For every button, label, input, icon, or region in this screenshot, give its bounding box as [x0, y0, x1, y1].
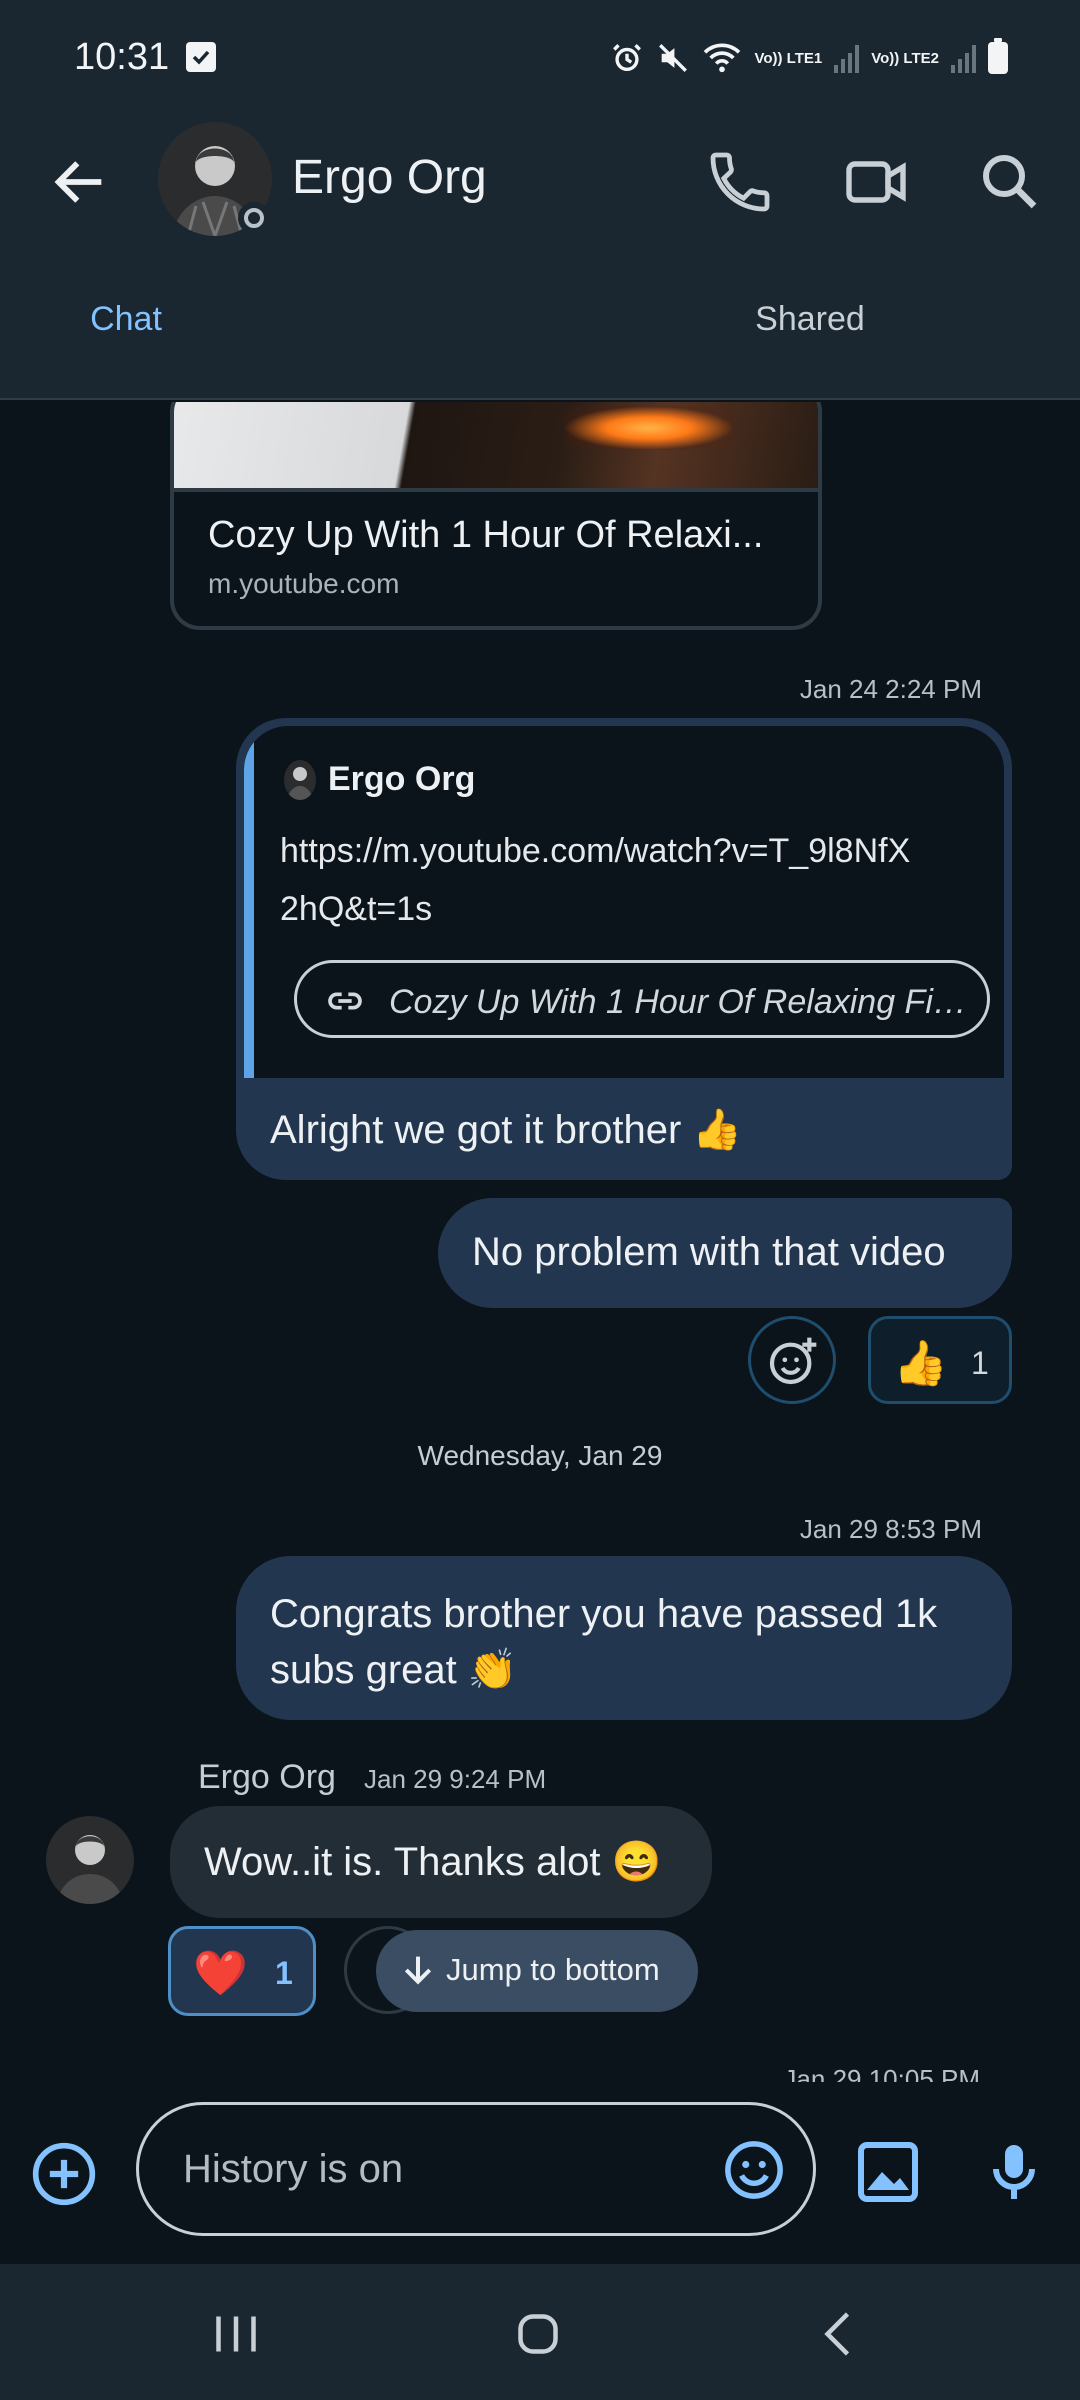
back-icon[interactable]: [810, 2304, 870, 2364]
reaction-emoji: ❤️: [193, 1949, 248, 1998]
link-title: Cozy Up With 1 Hour Of Relaxi...: [208, 514, 764, 556]
mic-icon[interactable]: [978, 2136, 1050, 2208]
check-icon: [186, 42, 216, 72]
video-icon[interactable]: [840, 146, 912, 218]
quoted-url[interactable]: https://m.youtube.com/watch?v=T_9l8NfX2h…: [280, 822, 920, 938]
status-bar: 10:31 Vo)) LTE1 Vo)) LTE2: [0, 0, 1080, 110]
message-list[interactable]: Cozy Up With 1 Hour Of Relaxi... m.youtu…: [0, 402, 1080, 2082]
received-message[interactable]: Wow..it is. Thanks alot 😄: [170, 1806, 712, 1918]
status-icons: Vo)) LTE1 Vo)) LTE2: [610, 38, 1008, 78]
link-chip-label: Cozy Up With 1 Hour Of Relaxing Fir...: [389, 983, 969, 1021]
message-text: Wow..it is. Thanks alot 😄: [204, 1840, 662, 1884]
back-arrow-icon[interactable]: [48, 150, 112, 214]
message-timestamp: Jan 29 8:53 PM: [799, 1514, 982, 1544]
link-icon: [328, 992, 362, 1010]
date-separator: Wednesday, Jan 29: [417, 1440, 663, 1471]
battery-icon: [988, 38, 1008, 74]
jump-to-bottom-button[interactable]: Jump to bottom: [376, 1930, 698, 2012]
arrow-down-icon: [404, 1956, 432, 1985]
status-time: 10:31: [74, 36, 170, 78]
jump-to-bottom-label: Jump to bottom: [446, 1952, 660, 1987]
link-domain: m.youtube.com: [208, 568, 400, 599]
alarm-icon: [613, 44, 642, 72]
composer: History is on: [0, 2082, 1080, 2264]
phone-icon[interactable]: [704, 146, 776, 218]
contact-name[interactable]: Ergo Org: [292, 150, 487, 205]
tab-chat[interactable]: Chat: [0, 300, 540, 339]
link-thumbnail: [174, 402, 818, 492]
home-icon[interactable]: [508, 2304, 568, 2364]
reaction-count: 1: [971, 1345, 989, 1381]
wifi-icon: [704, 43, 741, 73]
message-timestamp: Jan 24 2:24 PM: [799, 674, 982, 704]
presence-indicator: [238, 202, 270, 234]
mute-icon: [659, 44, 688, 72]
sent-message[interactable]: Congrats brother you have passed 1k subs…: [236, 1556, 1012, 1720]
avatar[interactable]: [46, 1816, 134, 1904]
tab-shared[interactable]: Shared: [540, 300, 1080, 339]
sim1-label: Vo)) LTE1: [754, 49, 823, 67]
avatar: [284, 760, 316, 800]
message-text: No problem with that video: [472, 1230, 946, 1274]
quoted-author: Ergo Org: [328, 760, 476, 798]
signal-icon: [834, 43, 860, 73]
quoted-message[interactable]: Ergo Org https://m.youtube.com/watch?v=T…: [244, 726, 1004, 1078]
message-timestamp: Jan 29 10:05 PM: [783, 2064, 980, 2082]
message-input-placeholder: History is on: [183, 2147, 404, 2191]
quoted-reply-bubble[interactable]: Ergo Org https://m.youtube.com/watch?v=T…: [236, 718, 1012, 1180]
message-input[interactable]: History is on: [136, 2102, 816, 2236]
reaction-emoji: 👍: [893, 1339, 948, 1388]
system-nav-bar: [0, 2264, 1080, 2400]
add-emoji-icon: [769, 1337, 817, 1385]
signal-icon-2: [951, 43, 976, 73]
image-icon[interactable]: [852, 2136, 924, 2208]
reaction-heart[interactable]: ❤️ 1: [168, 1926, 316, 2016]
sender-name: Ergo Org: [198, 1758, 336, 1796]
message-text: Alright we got it brother 👍: [270, 1108, 743, 1152]
add-reaction-button[interactable]: [748, 1316, 836, 1404]
reaction-count: 1: [275, 1955, 293, 1991]
chat-header: Ergo Org Chat Shared: [0, 110, 1080, 400]
link-chip[interactable]: Cozy Up With 1 Hour Of Relaxing Fir...: [294, 960, 990, 1038]
message-timestamp: Jan 29 9:24 PM: [364, 1764, 547, 1794]
recents-icon[interactable]: [206, 2304, 266, 2364]
add-icon[interactable]: [30, 2140, 98, 2208]
message-text: Congrats brother you have passed 1k subs…: [270, 1592, 938, 1692]
sent-message[interactable]: No problem with that video: [438, 1198, 1012, 1308]
emoji-icon[interactable]: [721, 2137, 787, 2203]
reaction-thumbs-up[interactable]: 👍 1: [868, 1316, 1012, 1404]
link-preview-card[interactable]: Cozy Up With 1 Hour Of Relaxi... m.youtu…: [170, 402, 822, 630]
sim2-label: Vo)) LTE2: [871, 49, 939, 67]
search-icon[interactable]: [974, 146, 1046, 218]
